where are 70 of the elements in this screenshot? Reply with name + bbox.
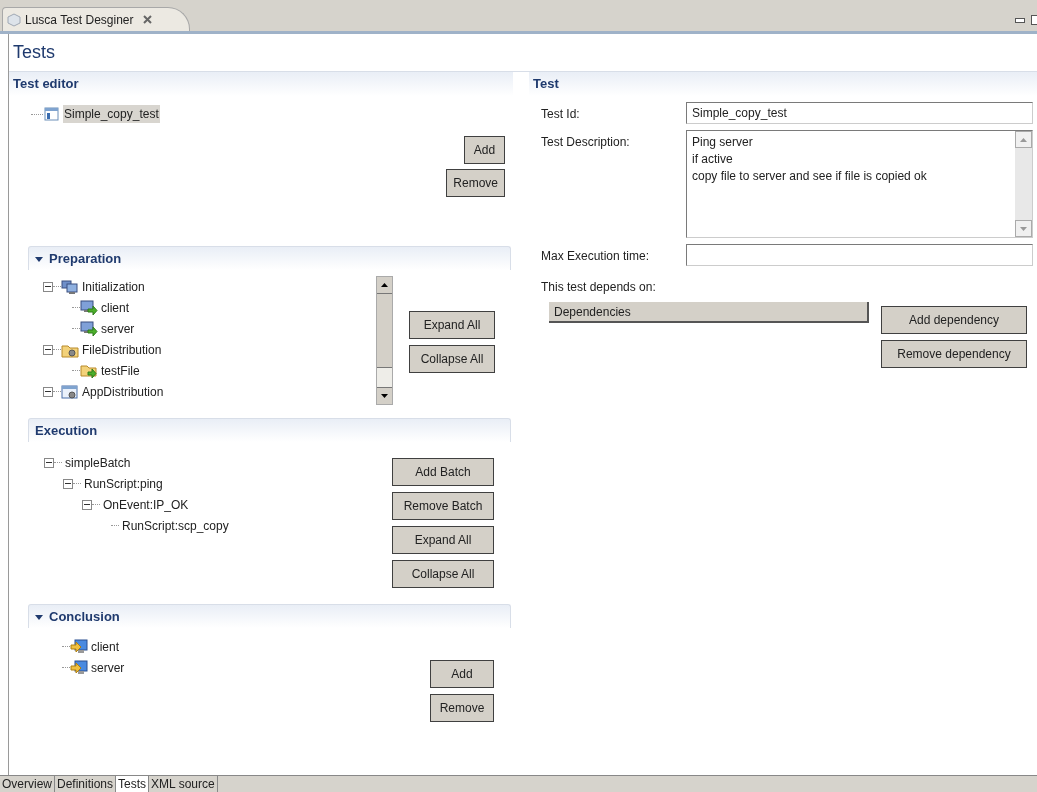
window-icon: [43, 106, 61, 122]
section-title: Conclusion: [49, 607, 120, 626]
tree-item[interactable]: server: [91, 658, 125, 677]
push-button[interactable]: Add Batch: [392, 458, 494, 486]
collapse-toggle[interactable]: [82, 499, 92, 510]
computer-arrow-icon: [80, 320, 98, 337]
computer-arrow-icon: [80, 299, 98, 316]
computers-icon: [61, 278, 79, 295]
tree-item[interactable]: FileDistribution: [82, 340, 162, 359]
section-title: Execution: [35, 421, 98, 440]
tree-item[interactable]: Simple_copy_test: [63, 105, 160, 123]
cube-icon: [7, 12, 21, 27]
tree-item[interactable]: RunScript:ping: [84, 474, 163, 493]
collapse-toggle[interactable]: [43, 386, 53, 397]
input-field[interactable]: Simple_copy_test: [686, 102, 1033, 124]
description-field[interactable]: Ping server if active copy file to server and see if file is copied ok: [686, 130, 1033, 238]
section-title: Test: [533, 75, 559, 94]
collapse-toggle[interactable]: [43, 281, 53, 292]
push-button[interactable]: Add: [464, 136, 505, 164]
push-button[interactable]: Remove dependency: [881, 340, 1027, 368]
push-button[interactable]: Expand All: [392, 526, 494, 554]
page-tab[interactable]: XML source: [149, 776, 218, 792]
push-button[interactable]: Expand All: [409, 311, 495, 339]
tree-item[interactable]: RunScript:scp_copy: [122, 516, 229, 535]
push-button[interactable]: Remove: [430, 694, 494, 722]
scrollbar[interactable]: [376, 276, 393, 405]
collapse-toggle[interactable]: [63, 478, 73, 489]
input-field[interactable]: [686, 244, 1033, 266]
editor-tab[interactable]: Lusca Test Desginer: [2, 7, 190, 31]
push-button[interactable]: Remove Batch: [392, 492, 494, 520]
collapse-toggle[interactable]: [43, 344, 53, 355]
page-tab[interactable]: Tests: [116, 776, 150, 792]
down-arrow-icon[interactable]: [381, 394, 388, 398]
up-arrow-icon[interactable]: [381, 283, 388, 287]
push-button[interactable]: Add dependency: [881, 306, 1027, 334]
minimize-icon[interactable]: [1015, 17, 1025, 23]
tree-item[interactable]: simpleBatch: [65, 453, 131, 472]
tree-item[interactable]: client: [91, 637, 119, 656]
field-label: Test Id:: [541, 106, 581, 123]
field-value: Ping server if active copy file to server and see if file is copied ok: [691, 134, 928, 185]
field-label: Test Description:: [541, 134, 631, 151]
column-header[interactable]: Dependencies: [549, 302, 869, 323]
section-title: Preparation: [49, 249, 122, 268]
section-title: Test editor: [13, 75, 79, 94]
page-title: Tests: [13, 41, 55, 64]
window-icon: [61, 383, 79, 400]
tree-item[interactable]: testFile: [101, 361, 140, 380]
push-button[interactable]: Collapse All: [392, 560, 494, 588]
push-button[interactable]: Collapse All: [409, 345, 495, 373]
caret-down-icon[interactable]: [35, 612, 43, 621]
folder-arrow-icon: [80, 362, 98, 379]
tree-item[interactable]: AppDistribution: [82, 382, 164, 401]
push-button[interactable]: Remove: [446, 169, 505, 197]
section-header[interactable]: Conclusion: [28, 604, 511, 628]
tab-title: Lusca Test Desginer: [25, 11, 134, 29]
section-header[interactable]: Execution: [28, 418, 511, 442]
field-label: Max Execution time:: [541, 248, 651, 265]
tree-item[interactable]: Initialization: [82, 277, 145, 296]
tree-item[interactable]: OnEvent:IP_OK: [103, 495, 189, 514]
maximize-icon[interactable]: [1031, 15, 1037, 25]
collapse-toggle[interactable]: [44, 457, 54, 468]
depends-label: This test depends on:: [541, 279, 657, 296]
page-tab[interactable]: Definitions: [55, 776, 117, 792]
tree-item[interactable]: client: [101, 298, 129, 317]
page-tab[interactable]: Overview: [0, 776, 55, 792]
close-icon[interactable]: [141, 14, 153, 25]
caret-down-icon[interactable]: [35, 254, 43, 263]
section-header[interactable]: Preparation: [28, 246, 511, 270]
tree-item[interactable]: server: [101, 319, 135, 338]
push-button[interactable]: Add: [430, 660, 494, 688]
